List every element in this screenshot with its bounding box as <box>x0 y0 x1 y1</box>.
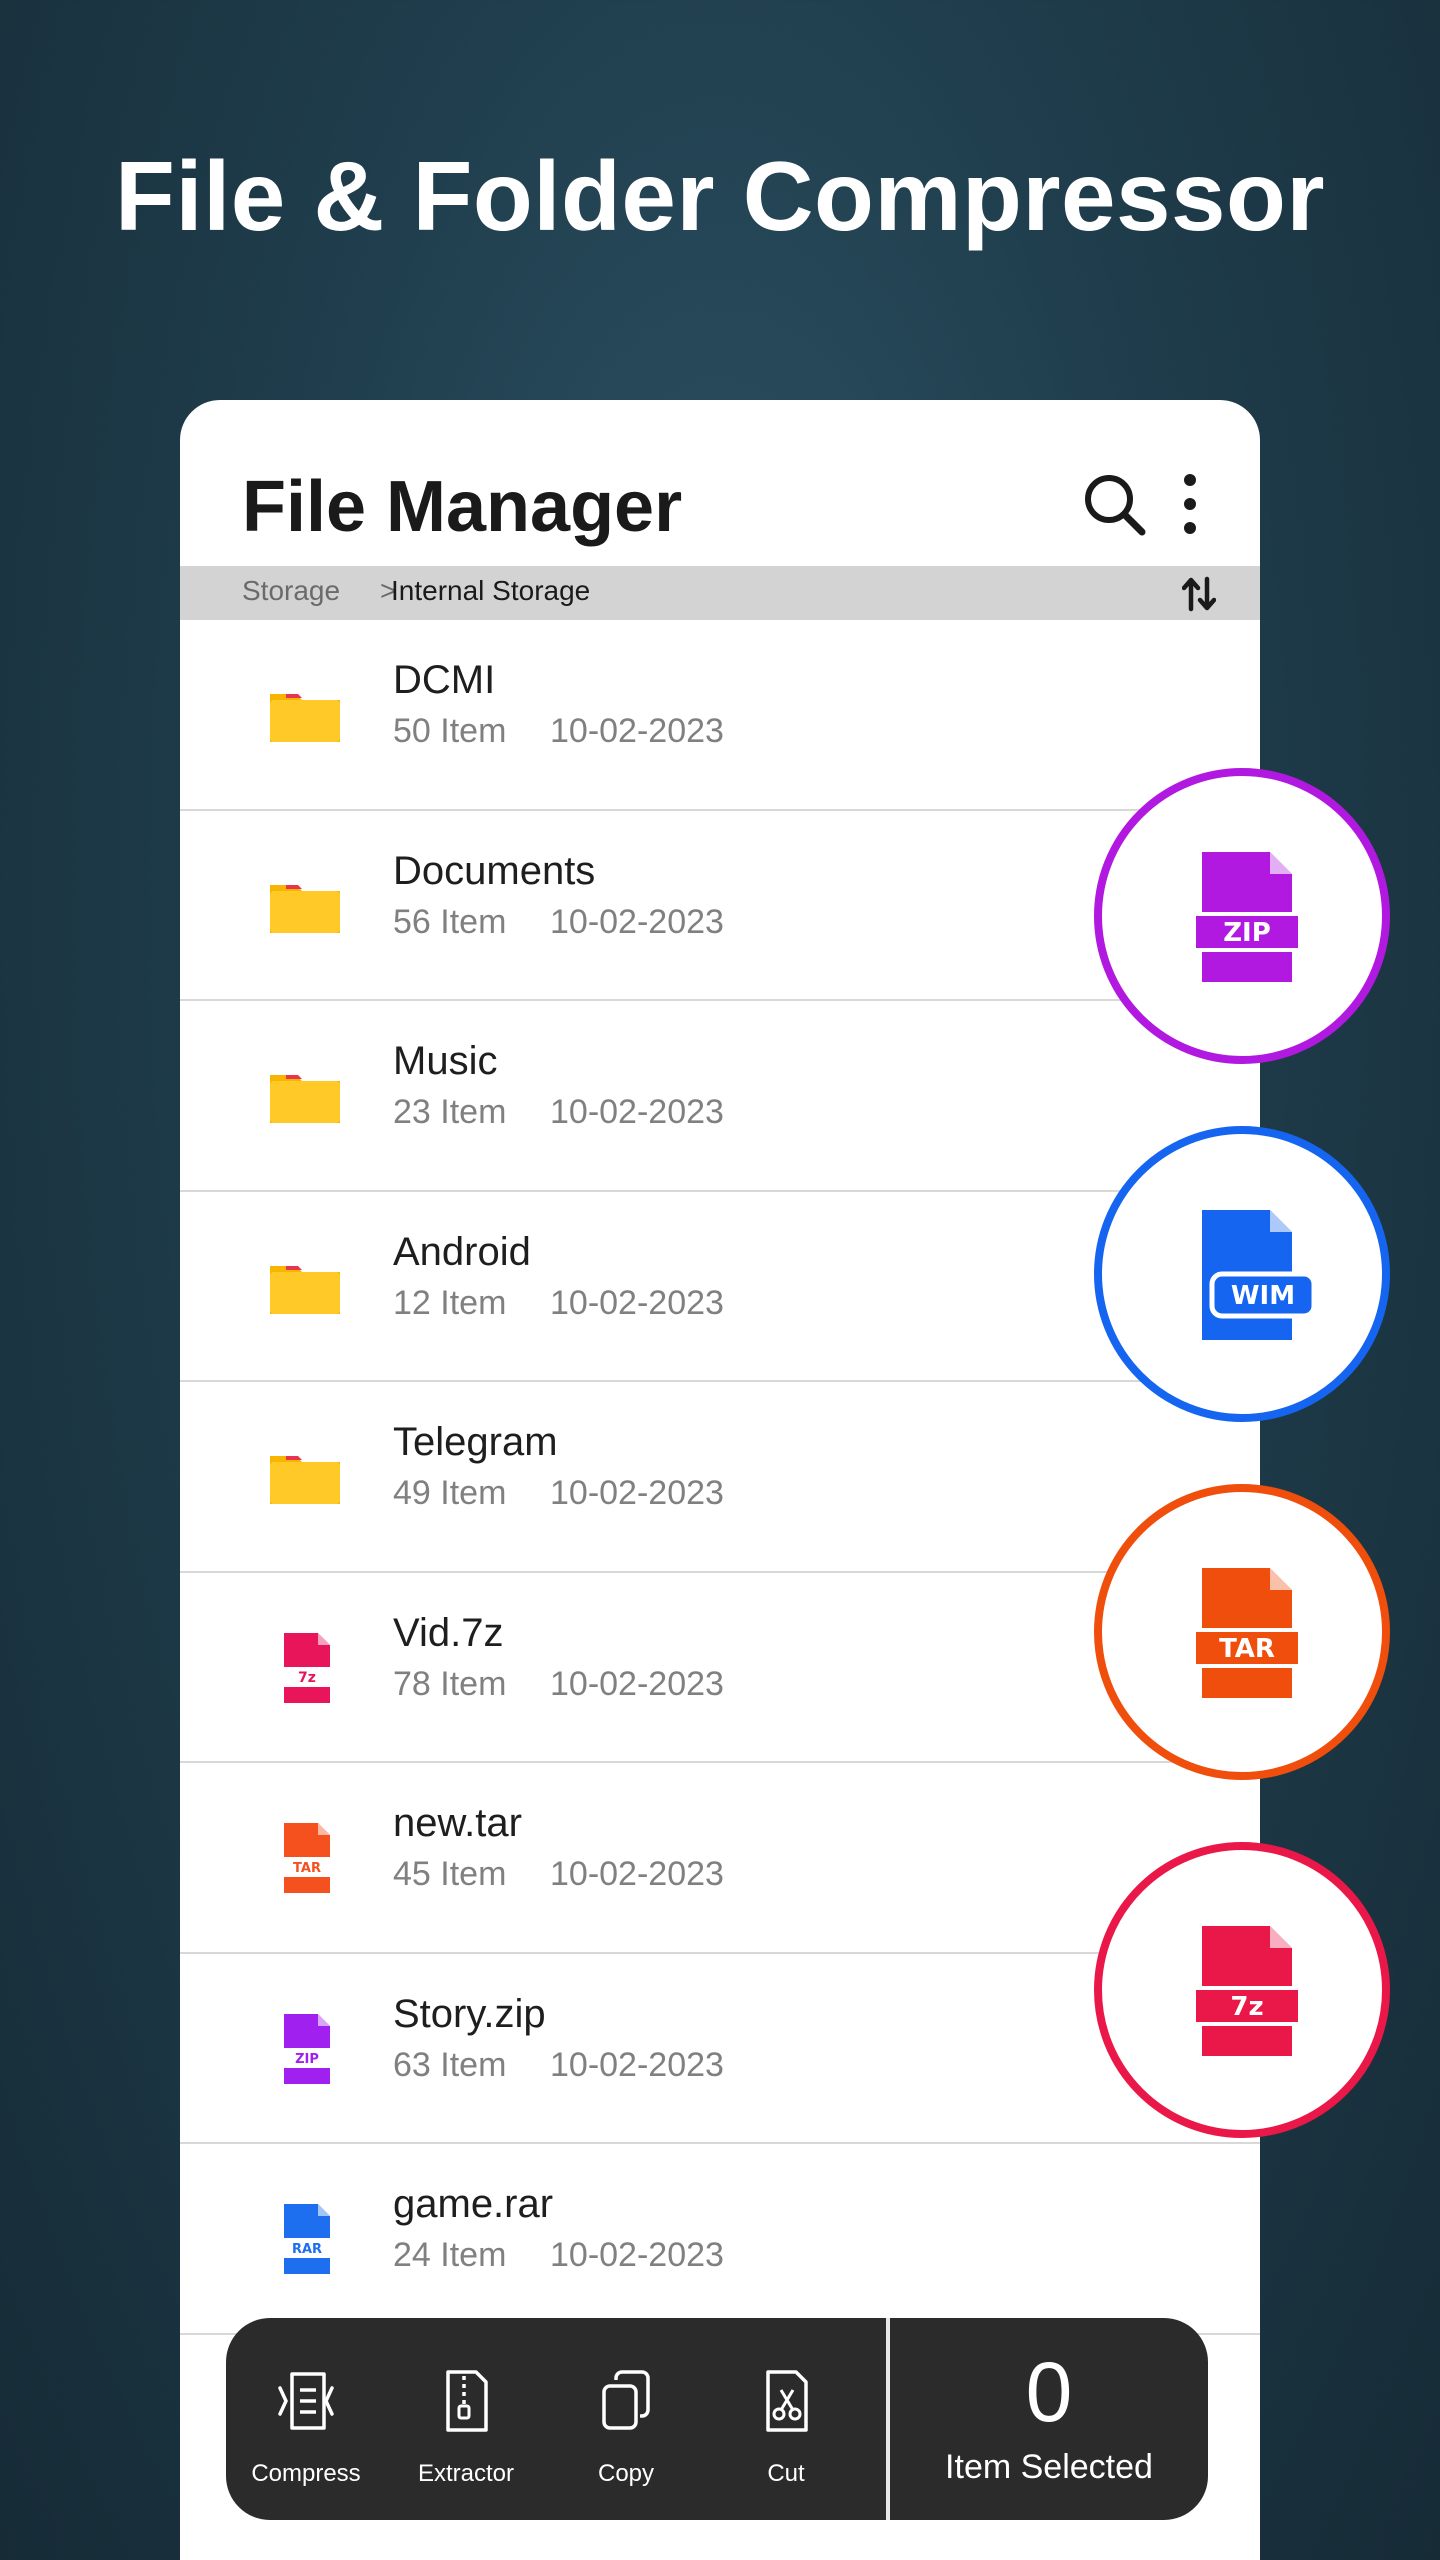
list-item-game-rar[interactable]: RAR game.rar 24 Item 10-02-2023 <box>180 2144 1260 2335</box>
folder-icon <box>270 1075 340 1123</box>
badge-label: WIM <box>1231 1281 1295 1311</box>
list-item-new-tar[interactable]: TAR new.tar 45 Item 10-02-2023 <box>180 1763 1260 1954</box>
compress-label: Compress <box>251 2460 361 2487</box>
svg-text:7z: 7z <box>298 1670 316 1686</box>
folder-icon <box>270 694 340 742</box>
cut-icon <box>766 2370 808 2432</box>
item-date: 10-02-2023 <box>550 902 724 941</box>
svg-text:ZIP: ZIP <box>295 2052 319 2067</box>
item-name: Music <box>393 1039 498 1083</box>
selected-label: Item Selected <box>945 2448 1153 2486</box>
7z-format-badge: 7z <box>1094 1842 1390 2138</box>
wim-format-badge: WIM <box>1094 1126 1390 1422</box>
item-name: game.rar <box>393 2182 554 2226</box>
item-date: 10-02-2023 <box>550 1664 724 1703</box>
compress-icon <box>278 2372 334 2430</box>
breadcrumb-internal-storage[interactable]: Internal Storage <box>391 575 590 607</box>
extractor-icon <box>446 2370 488 2432</box>
item-name: Telegram <box>393 1420 558 1464</box>
item-name: Story.zip <box>393 1991 546 2036</box>
item-date: 10-02-2023 <box>550 1474 724 1512</box>
item-count: 49 Item <box>393 1474 507 1512</box>
folder-icon <box>270 884 340 933</box>
item-count: 50 Item <box>393 712 507 750</box>
7z-file-icon: 7z <box>1192 1926 1302 2056</box>
cut-label: Cut <box>767 2460 805 2487</box>
cut-button[interactable]: Cut <box>706 2318 866 2520</box>
wim-file-icon: WIM <box>1202 1210 1317 1340</box>
file-manager-screen: File Manager Storage > Internal Storage … <box>180 400 1260 2560</box>
bottom-action-bar: Compress Extractor Copy Cut 0 Item Selec… <box>226 2318 1208 2520</box>
extractor-label: Extractor <box>417 2460 515 2487</box>
promo-headline: File & Folder Compressor <box>114 141 1325 251</box>
item-name: Android <box>393 1229 531 1274</box>
item-count: 45 Item <box>393 1855 507 1893</box>
copy-label: Copy <box>597 2460 655 2487</box>
search-icon[interactable] <box>1080 470 1150 540</box>
item-count: 63 Item <box>393 2045 507 2084</box>
selected-count: 0 <box>1025 2345 1073 2439</box>
svg-text:TAR: TAR <box>293 1861 321 1876</box>
sort-icon[interactable] <box>1182 576 1216 612</box>
compress-button[interactable]: Compress <box>226 2318 386 2520</box>
copy-icon <box>602 2370 650 2430</box>
item-count: 23 Item <box>393 1093 507 1131</box>
item-date: 10-02-2023 <box>550 2236 724 2274</box>
item-name: DCMI <box>393 658 496 702</box>
item-name: Vid.7z <box>393 1610 504 1655</box>
more-vertical-icon[interactable] <box>1178 468 1202 540</box>
item-date: 10-02-2023 <box>550 2045 724 2084</box>
item-count: 56 Item <box>393 902 507 941</box>
app-title: File Manager <box>242 467 683 547</box>
list-item-music[interactable]: Music 23 Item 10-02-2023 <box>180 1001 1260 1192</box>
item-date: 10-02-2023 <box>550 712 724 750</box>
badge-label: 7z <box>1230 1992 1263 2022</box>
item-name: Documents <box>393 848 596 893</box>
item-count: 12 Item <box>393 1283 507 1322</box>
zip-file-icon: ZIP <box>1192 852 1302 982</box>
list-item-telegram[interactable]: Telegram 49 Item 10-02-2023 <box>180 1382 1260 1573</box>
item-date: 10-02-2023 <box>550 1855 724 1893</box>
tar-file-icon: TAR <box>1192 1568 1302 1698</box>
item-date: 10-02-2023 <box>550 1283 724 1322</box>
svg-text:RAR: RAR <box>292 2242 322 2257</box>
folder-icon <box>270 1265 340 1314</box>
7z-file-icon: 7z <box>280 1632 334 1703</box>
breadcrumb: Storage > Internal Storage <box>180 566 1260 620</box>
item-date: 10-02-2023 <box>550 1093 724 1131</box>
item-count: 78 Item <box>393 1664 507 1703</box>
copy-button[interactable]: Copy <box>546 2318 706 2520</box>
badge-label: TAR <box>1219 1634 1275 1664</box>
breadcrumb-storage[interactable]: Storage <box>242 575 340 607</box>
item-count: 24 Item <box>393 2236 507 2274</box>
tar-format-badge: TAR <box>1094 1484 1390 1780</box>
folder-icon <box>270 1456 340 1504</box>
badge-label: ZIP <box>1223 918 1271 948</box>
zip-file-icon: ZIP <box>280 2013 334 2084</box>
tar-file-icon: TAR <box>280 1823 334 1893</box>
item-name: new.tar <box>393 1801 522 1845</box>
list-item-dcmi[interactable]: DCMI 50 Item 10-02-2023 <box>180 620 1260 811</box>
zip-format-badge: ZIP <box>1094 768 1390 1064</box>
rar-file-icon: RAR <box>280 2204 334 2274</box>
extractor-button[interactable]: Extractor <box>386 2318 546 2520</box>
